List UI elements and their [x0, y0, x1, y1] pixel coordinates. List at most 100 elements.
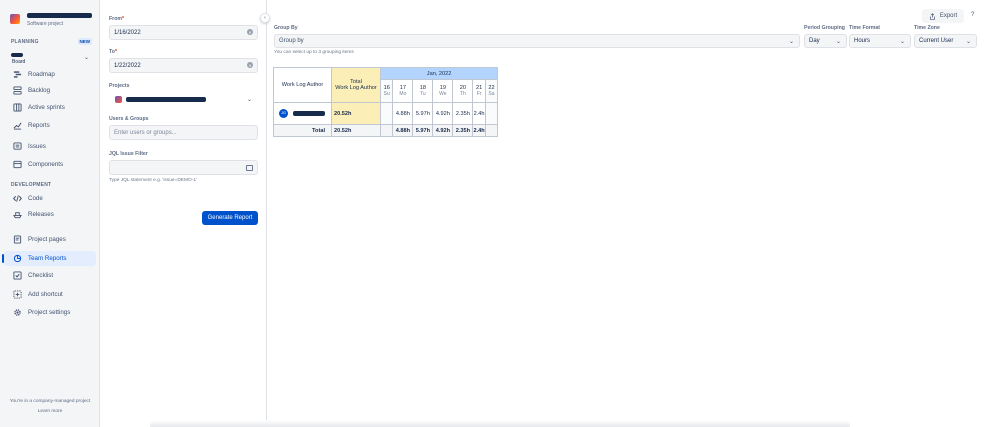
project-name-redacted	[126, 96, 206, 102]
day-total-cell: 4.88h	[392, 124, 414, 137]
sidebar-item-roadmap[interactable]: Roadmap	[4, 67, 96, 82]
author-total-cell: 20.52h	[331, 102, 381, 125]
total-header-line: Work Log Author	[335, 85, 377, 91]
sidebar-item-code[interactable]: Code	[4, 191, 96, 206]
group-by-select[interactable]: Group by ⌄	[274, 34, 800, 48]
day-total-cell: 2.4h	[472, 124, 486, 137]
sidebar-item-label: Roadmap	[28, 71, 55, 78]
month-header: Jan, 2022	[379, 67, 499, 80]
board-selector[interactable]: Board ⌄	[11, 52, 89, 66]
sidebar-item-label: Team Reports	[28, 255, 67, 262]
day-total-cell	[379, 124, 394, 137]
sidebar-item-checklist[interactable]: Checklist	[4, 268, 96, 283]
time-zone-label: Time Zone	[914, 25, 940, 31]
time-zone-value: Current User	[919, 38, 954, 44]
learn-more-link[interactable]: Learn more	[0, 409, 100, 414]
export-button[interactable]: Export	[922, 9, 964, 23]
sidebar-item-add-shortcut[interactable]: Add shortcut	[4, 287, 96, 302]
clear-icon[interactable]: ✕	[247, 62, 253, 68]
author-column-header: Work Log Author	[273, 67, 332, 103]
sidebar-item-label: Components	[28, 161, 64, 168]
totals-label: Total	[273, 124, 332, 137]
roadmap-icon	[11, 69, 23, 81]
to-label: To*	[109, 49, 117, 55]
users-groups-input[interactable]: Enter users or groups...	[109, 125, 258, 140]
planning-section-title: PLANNING	[11, 39, 39, 45]
editor-icon[interactable]	[246, 165, 253, 171]
sidebar-item-project-pages[interactable]: Project pages	[4, 232, 96, 247]
ship-icon	[11, 209, 23, 221]
time-zone-select[interactable]: Current User ⌄	[914, 34, 977, 48]
project-header[interactable]: Software project	[10, 13, 98, 29]
page-icon	[11, 234, 23, 246]
code-icon	[11, 193, 23, 205]
day-header: 20 Th	[452, 79, 474, 103]
from-date-input[interactable]: 1/16/2022 ✕	[109, 25, 258, 40]
day-total-cell: 2.35h	[452, 124, 474, 137]
sidebar-item-label: Code	[28, 195, 43, 202]
clear-icon[interactable]: ✕	[247, 29, 253, 35]
board-label: Board	[12, 59, 26, 65]
day-value-cell: 5.97h	[412, 102, 434, 125]
author-cell[interactable]: JG	[273, 102, 332, 125]
sidebar-item-team-reports[interactable]: Team Reports	[4, 251, 96, 266]
period-grouping-label: Period Grouping	[804, 25, 845, 31]
help-icon[interactable]: ?	[971, 12, 974, 18]
report-table: Work Log Author Total Work Log Author Ja…	[273, 67, 499, 137]
day-header: 19 We	[432, 79, 454, 103]
day-header: 21 Fr	[472, 79, 486, 103]
totals-row: Total 20.52h 4.88h 5.97h 4.92h 2.35h 2.4…	[273, 124, 499, 137]
chevron-down-icon: ⌄	[788, 38, 794, 45]
generate-report-button[interactable]: Generate Report	[202, 211, 258, 225]
add-shortcut-icon	[11, 289, 23, 301]
day-value-cell	[379, 102, 394, 125]
period-grouping-select[interactable]: Day ⌄	[804, 34, 847, 48]
group-hint: You can select up to 3 grouping items	[274, 50, 354, 55]
sidebar-item-label: Reports	[28, 122, 50, 129]
sidebar-item-label: Project pages	[28, 236, 66, 243]
sidebar-item-label: Add shortcut	[28, 291, 63, 298]
table-row: JG 20.52h 4.88h 5.97h 4.92h 2.35h 2.4h	[273, 102, 499, 125]
chevron-down-icon: ⌄	[965, 38, 971, 45]
jql-hint: Type JQL statement e.g. 'issue=DEMO-1'	[109, 178, 197, 183]
project-avatar	[10, 14, 20, 24]
new-badge: NEW	[77, 38, 92, 45]
issues-icon	[11, 141, 23, 153]
sidebar-item-project-settings[interactable]: Project settings	[4, 305, 96, 320]
sidebar-item-releases[interactable]: Releases	[4, 207, 96, 222]
export-icon	[929, 12, 935, 20]
backlog-icon	[11, 85, 23, 97]
sidebar-item-components[interactable]: Components	[4, 157, 96, 172]
jql-filter-label: JQL Issue Filter	[109, 151, 148, 157]
board-name-redacted	[11, 53, 23, 57]
day-value-cell	[484, 102, 499, 125]
projects-select[interactable]: ⌄	[109, 92, 258, 106]
avatar: JG	[279, 109, 288, 118]
chevron-down-icon: ⌄	[83, 55, 89, 61]
sidebar-item-label: Project settings	[28, 309, 71, 316]
export-label: Export	[939, 13, 958, 19]
jql-filter-input[interactable]	[109, 160, 258, 175]
time-format-select[interactable]: Hours ⌄	[849, 34, 911, 48]
sidebar-item-issues[interactable]: Issues	[4, 139, 96, 154]
users-groups-label: Users & Groups	[109, 116, 149, 122]
chevron-down-icon: ⌄	[835, 38, 841, 45]
project-name-redacted	[27, 13, 92, 18]
sidebar-item-active-sprints[interactable]: Active sprints	[4, 100, 96, 115]
collapse-panel-button[interactable]: ‹	[260, 13, 270, 23]
day-value-cell: 4.92h	[432, 102, 454, 125]
project-avatar	[115, 95, 122, 103]
from-label: From*	[109, 16, 124, 22]
sidebar-item-label: Issues	[28, 143, 46, 150]
checklist-icon	[11, 270, 23, 282]
to-date-input[interactable]: 1/22/2022 ✕	[109, 58, 258, 73]
sidebar-item-reports[interactable]: Reports	[4, 118, 96, 133]
total-column-header: Total Work Log Author	[331, 67, 381, 103]
sidebar-item-backlog[interactable]: Backlog	[4, 83, 96, 98]
group-by-label: Group By	[274, 25, 298, 31]
chevron-down-icon: ⌄	[899, 38, 905, 45]
day-total-cell	[484, 124, 499, 137]
time-format-label: Time Format	[849, 25, 881, 31]
day-value-cell: 2.4h	[472, 102, 486, 125]
horizontal-scrollbar[interactable]	[150, 420, 850, 427]
